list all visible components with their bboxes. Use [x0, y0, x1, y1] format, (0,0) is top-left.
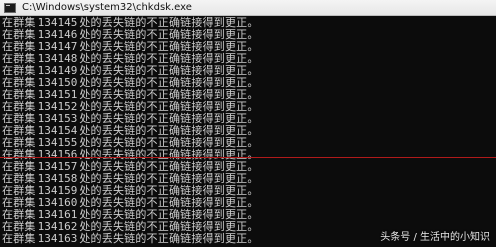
red-divider-line — [0, 157, 496, 158]
console-window: C:\Windows\system32\chkdsk.exe 在群集 134145… — [0, 0, 496, 247]
watermark-text: 头条号 / 生活中的小知识 — [380, 232, 490, 243]
console-output[interactable]: 在群集 134145 处的丢失链的不正确链接得到更正。 在群集 134146 处的丢失链的… — [0, 16, 496, 247]
console-line: 在群集 134163 处的丢失链的不正确链接得到更正。 — [2, 233, 259, 245]
line-prefix: 在群集 — [2, 232, 36, 245]
window-title: C:\Windows\system32\chkdsk.exe — [22, 2, 192, 13]
line-suffix: 处的丢失链的不正确链接得到更正。 — [79, 232, 259, 245]
cluster-number: 134163 — [37, 232, 78, 245]
console-icon — [4, 3, 16, 13]
title-bar[interactable]: C:\Windows\system32\chkdsk.exe — [0, 0, 496, 16]
